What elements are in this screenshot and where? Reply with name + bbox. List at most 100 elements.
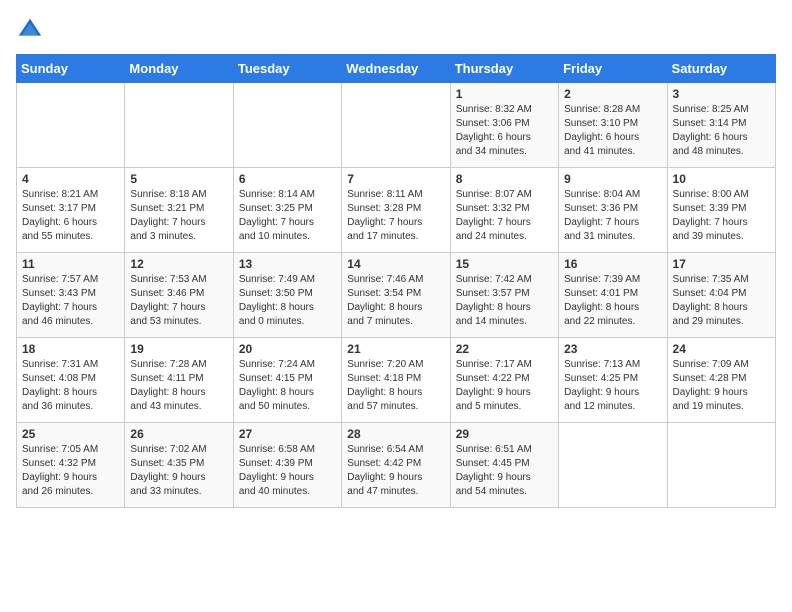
day-number: 25 (22, 427, 119, 441)
calendar-header-row: SundayMondayTuesdayWednesdayThursdayFrid… (17, 55, 776, 83)
logo-icon (16, 16, 44, 44)
day-info: Sunrise: 7:28 AM Sunset: 4:11 PM Dayligh… (130, 358, 227, 414)
day-info: Sunrise: 7:09 AM Sunset: 4:28 PM Dayligh… (673, 358, 770, 414)
day-number: 6 (239, 172, 336, 186)
day-number: 24 (673, 342, 770, 356)
day-info: Sunrise: 7:57 AM Sunset: 3:43 PM Dayligh… (22, 273, 119, 329)
day-info: Sunrise: 7:39 AM Sunset: 4:01 PM Dayligh… (564, 273, 661, 329)
calendar-cell: 15Sunrise: 7:42 AM Sunset: 3:57 PM Dayli… (450, 253, 558, 338)
day-info: Sunrise: 7:05 AM Sunset: 4:32 PM Dayligh… (22, 443, 119, 499)
col-header-friday: Friday (559, 55, 667, 83)
day-info: Sunrise: 8:25 AM Sunset: 3:14 PM Dayligh… (673, 103, 770, 159)
day-number: 9 (564, 172, 661, 186)
calendar-cell: 21 Sunrise: 7:20 AM Sunset: 4:18 PM Dayli… (342, 338, 450, 423)
calendar-cell: 12 Sunrise: 7:53 AM Sunset: 3:46 PM Dayli… (125, 253, 233, 338)
col-header-wednesday: Wednesday (342, 55, 450, 83)
day-info: Sunrise: 8:04 AM Sunset: 3:36 PM Dayligh… (564, 188, 661, 244)
page-header (16, 16, 776, 44)
day-number: 10 (673, 172, 770, 186)
day-info: Sunrise: 6:51 AM Sunset: 4:45 PM Dayligh… (456, 443, 553, 499)
day-number: 14 (347, 257, 444, 271)
day-info: Sunrise: 7:17 AM Sunset: 4:22 PM Dayligh… (456, 358, 553, 414)
day-info: Sunrise: 7:24 AM Sunset: 4:15 PM Dayligh… (239, 358, 336, 414)
day-number: 13 (239, 257, 336, 271)
calendar-cell: 28 Sunrise: 6:54 AM Sunset: 4:42 PM Dayli… (342, 423, 450, 508)
col-header-saturday: Saturday (667, 55, 775, 83)
day-info: Sunrise: 8:32 AM Sunset: 3:06 PM Dayligh… (456, 103, 553, 159)
day-number: 28 (347, 427, 444, 441)
day-info: Sunrise: 7:46 AM Sunset: 3:54 PM Dayligh… (347, 273, 444, 329)
day-info: Sunrise: 8:11 AM Sunset: 3:28 PM Dayligh… (347, 188, 444, 244)
col-header-thursday: Thursday (450, 55, 558, 83)
calendar-week-3: 11 Sunrise: 7:57 AM Sunset: 3:43 PM Dayli… (17, 253, 776, 338)
day-info: Sunrise: 7:49 AM Sunset: 3:50 PM Dayligh… (239, 273, 336, 329)
day-number: 4 (22, 172, 119, 186)
day-number: 18 (22, 342, 119, 356)
day-info: Sunrise: 8:14 AM Sunset: 3:25 PM Dayligh… (239, 188, 336, 244)
day-info: Sunrise: 8:21 AM Sunset: 3:17 PM Dayligh… (22, 188, 119, 244)
day-info: Sunrise: 6:54 AM Sunset: 4:42 PM Dayligh… (347, 443, 444, 499)
calendar-cell: 24 Sunrise: 7:09 AM Sunset: 4:28 PM Dayli… (667, 338, 775, 423)
day-number: 12 (130, 257, 227, 271)
calendar-cell: 18 Sunrise: 7:31 AM Sunset: 4:08 PM Dayli… (17, 338, 125, 423)
calendar-week-1: 1 Sunrise: 8:32 AM Sunset: 3:06 PM Daylig… (17, 83, 776, 168)
calendar-cell (125, 83, 233, 168)
day-number: 26 (130, 427, 227, 441)
calendar-cell: 22 Sunrise: 7:17 AM Sunset: 4:22 PM Dayli… (450, 338, 558, 423)
calendar-cell: 10 Sunrise: 8:00 AM Sunset: 3:39 PM Dayli… (667, 168, 775, 253)
calendar-cell: 19 Sunrise: 7:28 AM Sunset: 4:11 PM Dayli… (125, 338, 233, 423)
calendar-cell: 26 Sunrise: 7:02 AM Sunset: 4:35 PM Dayli… (125, 423, 233, 508)
day-number: 29 (456, 427, 553, 441)
day-info: Sunrise: 6:58 AM Sunset: 4:39 PM Dayligh… (239, 443, 336, 499)
day-info: Sunrise: 8:07 AM Sunset: 3:32 PM Dayligh… (456, 188, 553, 244)
day-number: 27 (239, 427, 336, 441)
calendar-cell: 3 Sunrise: 8:25 AM Sunset: 3:14 PM Daylig… (667, 83, 775, 168)
calendar-cell: 14 Sunrise: 7:46 AM Sunset: 3:54 PM Dayli… (342, 253, 450, 338)
day-number: 17 (673, 257, 770, 271)
calendar-week-4: 18 Sunrise: 7:31 AM Sunset: 4:08 PM Dayli… (17, 338, 776, 423)
calendar-cell (342, 83, 450, 168)
calendar-cell: 23 Sunrise: 7:13 AM Sunset: 4:25 PM Dayli… (559, 338, 667, 423)
col-header-monday: Monday (125, 55, 233, 83)
calendar-cell: 6 Sunrise: 8:14 AM Sunset: 3:25 PM Daylig… (233, 168, 341, 253)
day-number: 3 (673, 87, 770, 101)
calendar-cell: 25 Sunrise: 7:05 AM Sunset: 4:32 PM Dayli… (17, 423, 125, 508)
calendar-table: SundayMondayTuesdayWednesdayThursdayFrid… (16, 54, 776, 508)
calendar-cell (17, 83, 125, 168)
day-info: Sunrise: 7:02 AM Sunset: 4:35 PM Dayligh… (130, 443, 227, 499)
calendar-cell: 9 Sunrise: 8:04 AM Sunset: 3:36 PM Daylig… (559, 168, 667, 253)
calendar-cell (233, 83, 341, 168)
calendar-cell: 5 Sunrise: 8:18 AM Sunset: 3:21 PM Daylig… (125, 168, 233, 253)
col-header-sunday: Sunday (17, 55, 125, 83)
day-number: 23 (564, 342, 661, 356)
calendar-cell: 20 Sunrise: 7:24 AM Sunset: 4:15 PM Dayli… (233, 338, 341, 423)
day-info: Sunrise: 8:18 AM Sunset: 3:21 PM Dayligh… (130, 188, 227, 244)
day-info: Sunrise: 7:35 AM Sunset: 4:04 PM Dayligh… (673, 273, 770, 329)
calendar-cell: 7 Sunrise: 8:11 AM Sunset: 3:28 PM Daylig… (342, 168, 450, 253)
calendar-cell: 17 Sunrise: 7:35 AM Sunset: 4:04 PM Dayli… (667, 253, 775, 338)
day-info: Sunrise: 8:28 AM Sunset: 3:10 PM Dayligh… (564, 103, 661, 159)
day-info: Sunrise: 7:13 AM Sunset: 4:25 PM Dayligh… (564, 358, 661, 414)
calendar-cell (667, 423, 775, 508)
day-number: 7 (347, 172, 444, 186)
calendar-cell: 16Sunrise: 7:39 AM Sunset: 4:01 PM Dayli… (559, 253, 667, 338)
calendar-cell: 8Sunrise: 8:07 AM Sunset: 3:32 PM Daylig… (450, 168, 558, 253)
calendar-cell: 2Sunrise: 8:28 AM Sunset: 3:10 PM Daylig… (559, 83, 667, 168)
day-info: Sunrise: 8:00 AM Sunset: 3:39 PM Dayligh… (673, 188, 770, 244)
day-number: 5 (130, 172, 227, 186)
calendar-cell: 27 Sunrise: 6:58 AM Sunset: 4:39 PM Dayli… (233, 423, 341, 508)
calendar-cell: 29 Sunrise: 6:51 AM Sunset: 4:45 PM Dayli… (450, 423, 558, 508)
day-info: Sunrise: 7:53 AM Sunset: 3:46 PM Dayligh… (130, 273, 227, 329)
calendar-cell: 1 Sunrise: 8:32 AM Sunset: 3:06 PM Daylig… (450, 83, 558, 168)
day-number: 19 (130, 342, 227, 356)
day-number: 1 (456, 87, 553, 101)
calendar-week-2: 4 Sunrise: 8:21 AM Sunset: 3:17 PM Daylig… (17, 168, 776, 253)
calendar-cell (559, 423, 667, 508)
day-info: Sunrise: 7:20 AM Sunset: 4:18 PM Dayligh… (347, 358, 444, 414)
day-info: Sunrise: 7:31 AM Sunset: 4:08 PM Dayligh… (22, 358, 119, 414)
day-number: 22 (456, 342, 553, 356)
calendar-cell: 11 Sunrise: 7:57 AM Sunset: 3:43 PM Dayli… (17, 253, 125, 338)
day-number: 20 (239, 342, 336, 356)
day-number: 11 (22, 257, 119, 271)
day-number: 21 (347, 342, 444, 356)
